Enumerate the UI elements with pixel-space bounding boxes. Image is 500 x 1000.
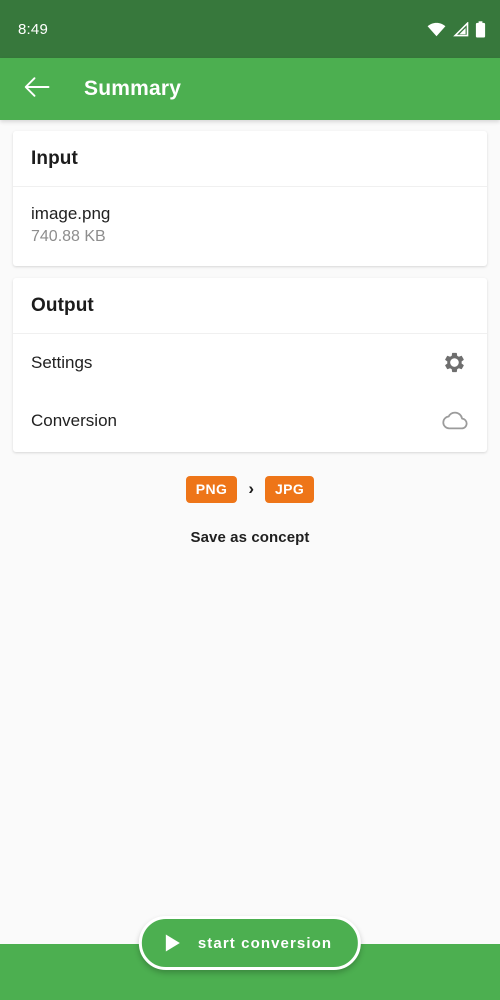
save-as-concept-button[interactable]: Save as concept	[13, 529, 487, 546]
status-bar-icons	[427, 20, 486, 38]
gear-icon[interactable]	[439, 348, 469, 378]
source-format-chip[interactable]: PNG	[185, 475, 238, 503]
input-file-texts: image.png 740.88 KB	[31, 203, 110, 248]
input-file-size: 740.88 KB	[31, 228, 106, 246]
wifi-icon	[427, 22, 446, 37]
cellular-signal-icon	[452, 21, 469, 37]
output-card: Output Settings Conversion	[13, 277, 487, 452]
chevron-right-icon: ›	[248, 479, 254, 499]
back-button[interactable]	[18, 70, 56, 108]
start-conversion-label: start conversion	[197, 934, 333, 952]
input-card-header: Input	[13, 131, 487, 187]
output-settings-row[interactable]: Settings	[13, 334, 487, 392]
format-conversion-strip: PNG › JPG	[13, 475, 487, 503]
play-icon	[164, 933, 182, 953]
status-bar-time: 8:49	[18, 20, 48, 38]
arrow-left-icon	[24, 76, 50, 103]
input-file-row[interactable]: image.png 740.88 KB	[13, 187, 487, 266]
main-content: Input image.png 740.88 KB Output Setting…	[0, 120, 500, 546]
page-title: Summary	[84, 77, 182, 100]
cloud-icon[interactable]	[439, 406, 469, 436]
output-card-header: Output	[13, 278, 487, 334]
status-bar: 8:49	[0, 0, 500, 58]
input-file-name: image.png	[31, 204, 111, 223]
input-card: Input image.png 740.88 KB	[13, 131, 487, 266]
output-settings-label: Settings	[31, 352, 93, 372]
output-conversion-row[interactable]: Conversion	[13, 392, 487, 452]
output-conversion-label: Conversion	[31, 410, 117, 430]
target-format-chip[interactable]: JPG	[265, 475, 315, 503]
start-conversion-button[interactable]: start conversion	[138, 916, 362, 970]
battery-icon	[475, 20, 486, 38]
app-bar: Summary	[0, 58, 500, 120]
